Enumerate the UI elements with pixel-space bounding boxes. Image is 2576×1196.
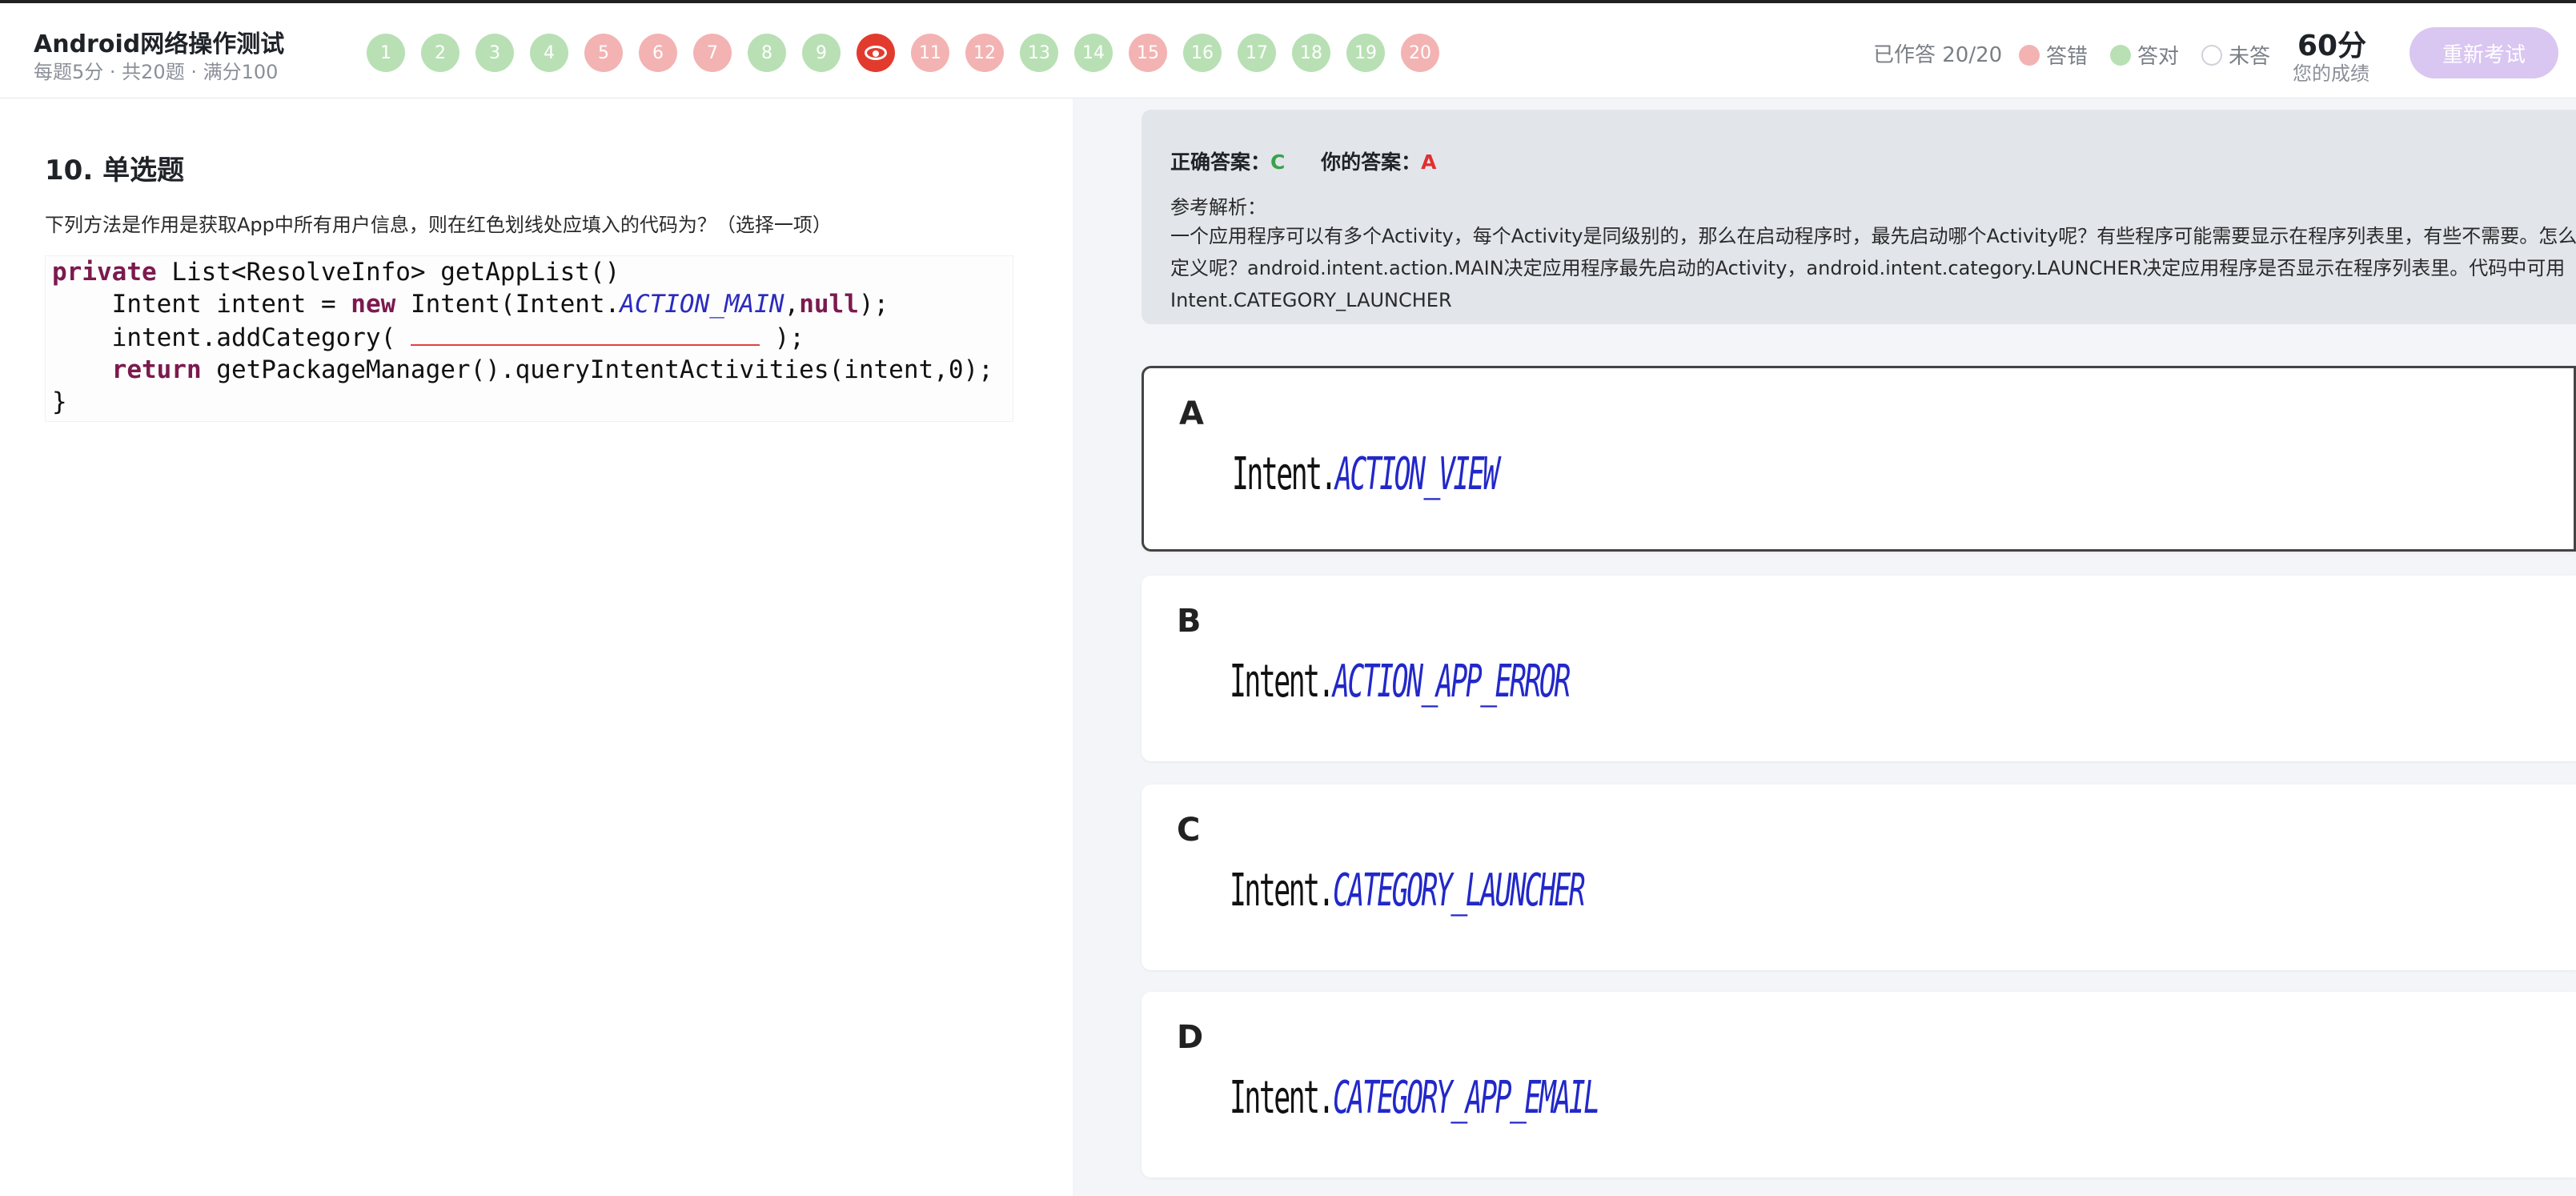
question-nav-9[interactable]: 9 — [802, 34, 841, 72]
option-b[interactable]: B Intent.ACTION_APP_ERROR — [1142, 576, 2576, 761]
option-code-constant: CATEGORY_LAUNCHER — [1332, 865, 1586, 917]
code-line-4: return getPackageManager().queryIntentAc… — [46, 354, 1013, 386]
option-code: Intent.ACTION_VIEW — [1232, 448, 1499, 500]
correct-answer-label: 正确答案： — [1170, 151, 1271, 174]
answered-status: 已作答 20/20 — [1873, 43, 2003, 67]
legend-correct-label: 答对 — [2137, 45, 2180, 69]
code-text: intent.addCategory( — [52, 323, 411, 352]
question-title: 10. 单选题 — [45, 155, 185, 187]
code-text: List<ResolveInfo> getAppList() — [156, 258, 620, 287]
app-title: Android网络操作测试 — [34, 30, 285, 58]
wrong-dot-icon — [2019, 44, 2040, 66]
code-keyword: private — [52, 258, 157, 287]
question-nav-17[interactable]: 17 — [1238, 34, 1276, 72]
answer-pane: 正确答案：C 你的答案：A 参考解析： 一个应用程序可以有多个Activity，… — [1073, 98, 2576, 1196]
question-nav-10[interactable] — [857, 34, 895, 72]
code-text: ); — [858, 290, 889, 319]
question-nav-13[interactable]: 13 — [1020, 34, 1058, 72]
option-code-prefix: Intent. — [1232, 448, 1337, 500]
legend-unanswered-label: 未答 — [2229, 45, 2271, 69]
score-label: 您的成绩 — [2293, 62, 2369, 85]
option-code-constant: ACTION_VIEW — [1334, 448, 1499, 500]
answer-blank — [410, 320, 760, 346]
reference-label: 参考解析： — [1170, 196, 1266, 219]
legend-unanswered: 未答 — [2201, 40, 2270, 70]
option-code-prefix: Intent. — [1230, 865, 1334, 917]
code-line-1: private List<ResolveInfo> getAppList() — [46, 256, 1013, 288]
code-keyword: null — [799, 290, 859, 319]
option-c[interactable]: C Intent.CATEGORY_LAUNCHER — [1142, 785, 2576, 970]
code-line-5: } — [52, 387, 67, 416]
question-nav-20[interactable]: 20 — [1401, 34, 1439, 72]
code-text: ); — [759, 323, 804, 352]
question-nav-18[interactable]: 18 — [1292, 34, 1330, 72]
retake-button[interactable]: 重新考试 — [2409, 27, 2558, 78]
code-line-3: intent.addCategory( ); — [46, 320, 1013, 354]
question-nav-11[interactable]: 11 — [911, 34, 949, 72]
eye-icon — [865, 46, 887, 60]
option-code-constant: ACTION_APP_ERROR — [1332, 656, 1571, 708]
code-text: getPackageManager().queryIntentActivitie… — [201, 355, 993, 384]
unanswered-dot-icon — [2201, 44, 2222, 66]
correct-answer-value: C — [1270, 151, 1286, 174]
question-nav-7[interactable]: 7 — [693, 34, 732, 72]
correct-dot-icon — [2110, 44, 2131, 66]
option-letter: A — [1179, 395, 1204, 432]
code-block: private List<ResolveInfo> getAppList() I… — [45, 255, 1013, 422]
option-code: Intent.ACTION_APP_ERROR — [1230, 656, 1571, 708]
question-nav-12[interactable]: 12 — [965, 34, 1004, 72]
question-pane: 10. 单选题 下列方法是作用是获取App中所有用户信息，则在红色划线处应填入的… — [0, 98, 1073, 1196]
legend-wrong: 答错 — [2019, 40, 2088, 70]
legend-wrong-label: 答错 — [2046, 45, 2088, 69]
option-letter: B — [1177, 603, 1202, 640]
option-code-prefix: Intent. — [1230, 1072, 1334, 1124]
option-letter: D — [1177, 1019, 1204, 1056]
question-nav-14[interactable]: 14 — [1074, 34, 1113, 72]
code-line-2: Intent intent = new Intent(Intent.ACTION… — [46, 288, 1013, 320]
question-navigator: 1 2 3 4 5 6 7 8 9 11 12 13 14 15 16 17 18 19 20 — [367, 34, 1439, 72]
code-text: , — [784, 290, 800, 319]
question-nav-1[interactable]: 1 — [367, 34, 405, 72]
option-code: Intent.CATEGORY_APP_EMAIL — [1230, 1072, 1600, 1124]
answer-summary: 正确答案：C 你的答案：A — [1170, 146, 1436, 175]
option-code-prefix: Intent. — [1230, 656, 1334, 708]
code-text: Intent intent = — [52, 290, 351, 319]
question-nav-5[interactable]: 5 — [584, 34, 623, 72]
question-nav-8[interactable]: 8 — [748, 34, 786, 72]
question-nav-19[interactable]: 19 — [1346, 34, 1385, 72]
option-d[interactable]: D Intent.CATEGORY_APP_EMAIL — [1142, 992, 2576, 1178]
option-letter: C — [1177, 812, 1201, 849]
answer-analysis: 正确答案：C 你的答案：A 参考解析： 一个应用程序可以有多个Activity，… — [1142, 110, 2576, 324]
code-keyword: return — [111, 355, 202, 384]
your-answer-label: 你的答案： — [1321, 151, 1422, 174]
question-nav-15[interactable]: 15 — [1129, 34, 1167, 72]
question-nav-2[interactable]: 2 — [421, 34, 459, 72]
option-code: Intent.CATEGORY_LAUNCHER — [1230, 865, 1586, 917]
code-constant: ACTION_MAIN — [620, 290, 784, 319]
code-keyword: new — [351, 290, 396, 319]
question-text: 下列方法是作用是获取App中所有用户信息，则在红色划线处应填入的代码为？（选择一… — [45, 214, 832, 236]
question-nav-4[interactable]: 4 — [530, 34, 568, 72]
legend-correct: 答对 — [2110, 40, 2179, 70]
header: Android网络操作测试 每题5分 · 共20题 · 满分100 123456… — [0, 3, 2576, 98]
your-answer-value: A — [1421, 151, 1437, 174]
option-a[interactable]: A Intent.ACTION_VIEW — [1142, 366, 2576, 552]
app-subtitle: 每题5分 · 共20题 · 满分100 — [34, 61, 279, 83]
option-code-constant: CATEGORY_APP_EMAIL — [1332, 1072, 1600, 1124]
question-nav-16[interactable]: 16 — [1183, 34, 1222, 72]
reference-text: 一个应用程序可以有多个Activity，每个Activity是同级别的，那么在启… — [1170, 225, 2576, 311]
question-nav-3[interactable]: 3 — [475, 34, 514, 72]
code-text: Intent(Intent. — [395, 290, 620, 319]
question-nav-6[interactable]: 6 — [639, 34, 677, 72]
